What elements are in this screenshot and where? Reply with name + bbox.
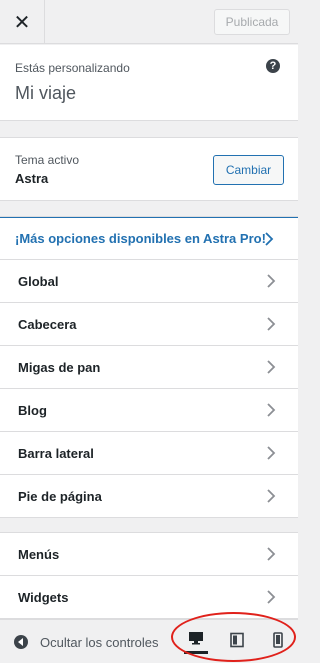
section-label: Cabecera xyxy=(18,316,77,332)
preview-desktop-button[interactable] xyxy=(184,630,208,654)
section-label: Pie de página xyxy=(18,488,102,504)
customizer-footer: Ocultar los controles xyxy=(0,619,298,663)
change-theme-button[interactable]: Cambiar xyxy=(213,155,284,185)
section-label: Barra lateral xyxy=(18,445,94,461)
close-button[interactable]: ✕ xyxy=(0,0,45,44)
section-label: Menús xyxy=(18,546,60,562)
active-theme-panel: Tema activo Astra Cambiar xyxy=(0,137,298,201)
chevron-right-icon xyxy=(264,317,278,331)
close-icon: ✕ xyxy=(13,11,31,34)
section-label: Widgets xyxy=(18,589,69,605)
section-global[interactable]: Global xyxy=(0,260,298,303)
theme-label: Tema activo xyxy=(15,153,80,167)
theme-name: Astra xyxy=(15,171,49,186)
info-label: Estás personalizando xyxy=(15,61,130,75)
preview-mobile-button[interactable] xyxy=(266,630,290,654)
section-pie-de-pagina[interactable]: Pie de página xyxy=(0,475,298,518)
section-list-secondary: Menús Widgets xyxy=(0,532,298,619)
chevron-right-icon xyxy=(264,360,278,374)
section-migas-de-pan[interactable]: Migas de pan xyxy=(0,346,298,389)
chevron-right-icon xyxy=(264,547,278,561)
chevron-right-icon xyxy=(264,403,278,417)
collapse-label: Ocultar los controles xyxy=(40,635,159,650)
publish-button[interactable]: Publicada xyxy=(214,9,290,35)
chevron-right-icon xyxy=(264,446,278,460)
chevron-right-icon xyxy=(264,590,278,604)
chevron-right-icon xyxy=(264,489,278,503)
section-menus[interactable]: Menús xyxy=(0,533,298,576)
collapse-arrow-icon xyxy=(14,635,28,649)
section-cabecera[interactable]: Cabecera xyxy=(0,303,298,346)
section-label: Migas de pan xyxy=(18,359,101,375)
customizer-info: Estás personalizando Mi viaje ? xyxy=(0,45,298,121)
customizer-header: ✕ Publicada xyxy=(0,0,298,44)
promo-label: ¡Más opciones disponibles en Astra Pro! xyxy=(15,231,266,246)
section-list: ¡Más opciones disponibles en Astra Pro! … xyxy=(0,216,298,518)
section-blog[interactable]: Blog xyxy=(0,389,298,432)
chevron-right-icon xyxy=(264,274,278,288)
section-barra-lateral[interactable]: Barra lateral xyxy=(0,432,298,475)
preview-tablet-button[interactable] xyxy=(225,630,249,654)
mobile-icon xyxy=(270,631,286,653)
section-widgets[interactable]: Widgets xyxy=(0,576,298,619)
astra-pro-promo-link[interactable]: ¡Más opciones disponibles en Astra Pro! xyxy=(0,217,298,260)
site-title: Mi viaje xyxy=(15,83,77,103)
chevron-right-icon xyxy=(262,232,276,246)
section-label: Blog xyxy=(18,402,47,418)
desktop-icon xyxy=(188,630,204,651)
help-icon[interactable]: ? xyxy=(266,59,280,73)
tablet-icon xyxy=(229,632,245,653)
section-label: Global xyxy=(18,273,59,289)
